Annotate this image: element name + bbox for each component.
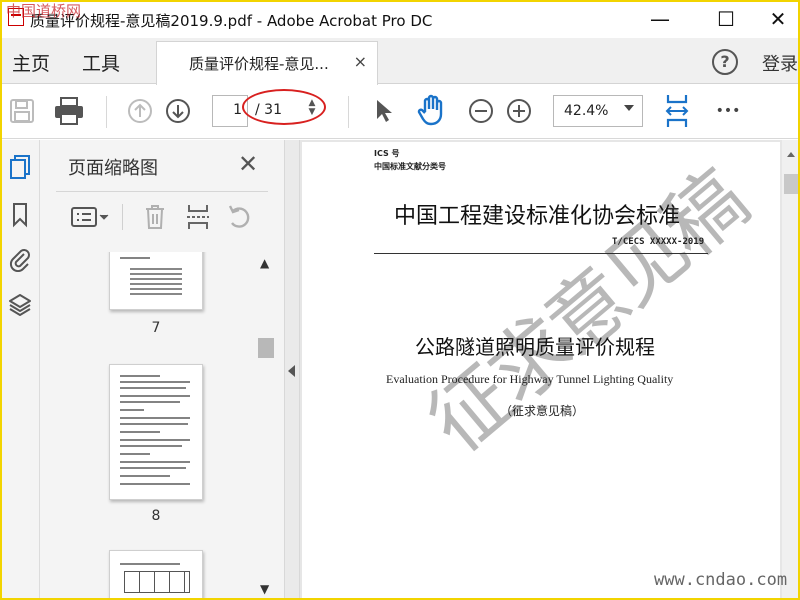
thumbnail-options-icon[interactable] bbox=[70, 202, 110, 232]
scroll-down-icon[interactable]: ▼ bbox=[260, 582, 269, 596]
panel-close-icon[interactable]: ✕ bbox=[238, 150, 258, 178]
scroll-up-icon[interactable] bbox=[787, 152, 795, 157]
page-thumbnails-icon[interactable] bbox=[8, 154, 32, 180]
zoom-in-icon[interactable] bbox=[505, 97, 533, 125]
hand-tool-icon[interactable] bbox=[416, 94, 448, 126]
ics-number: ICS 号 bbox=[374, 149, 400, 158]
collapse-arrow-icon bbox=[288, 365, 295, 377]
page-thumbnail[interactable] bbox=[109, 252, 203, 310]
thumbnail-label: 7 bbox=[151, 320, 161, 336]
thumbnail-label: 8 bbox=[151, 508, 161, 524]
more-tools-icon[interactable]: ••• bbox=[712, 99, 744, 123]
menu-home[interactable]: 主页 bbox=[12, 49, 50, 76]
delete-page-icon[interactable] bbox=[142, 202, 168, 232]
document-tab-label: 质量评价规程-意见... bbox=[189, 55, 329, 73]
classification-number: 中国标准文献分类号 bbox=[374, 162, 446, 171]
window-title: 质量评价规程-意见稿2019.9.pdf - Adobe Acrobat Pro… bbox=[30, 12, 433, 30]
chevron-down-icon bbox=[624, 105, 634, 111]
thumbnails-list: 7 8 bbox=[40, 252, 256, 600]
print-icon[interactable] bbox=[52, 95, 86, 127]
panel-divider bbox=[56, 191, 268, 192]
page-thumbnail[interactable] bbox=[109, 364, 203, 500]
site-watermark-bottom: www.cndao.com bbox=[654, 570, 788, 590]
select-cursor-icon[interactable] bbox=[372, 97, 396, 125]
rotate-page-icon[interactable] bbox=[226, 202, 254, 232]
toolbar-divider bbox=[348, 96, 349, 128]
toolbar-divider bbox=[106, 96, 107, 128]
maximize-button[interactable]: ☐ bbox=[706, 6, 746, 32]
scroll-up-icon[interactable]: ▲ bbox=[260, 256, 269, 270]
tab-close-icon[interactable]: × bbox=[354, 52, 367, 71]
minimize-button[interactable]: — bbox=[640, 6, 680, 32]
insert-page-icon[interactable] bbox=[184, 202, 212, 232]
zoom-out-icon[interactable] bbox=[467, 97, 495, 125]
zoom-value: 42.4% bbox=[564, 103, 609, 119]
panel-title: 页面缩略图 bbox=[68, 158, 158, 179]
menu-bar: 主页 工具 bbox=[0, 38, 800, 84]
bookmarks-icon[interactable] bbox=[8, 202, 32, 228]
zoom-select[interactable]: 42.4% bbox=[553, 95, 643, 127]
close-button[interactable]: ✕ bbox=[758, 6, 798, 32]
fit-width-icon[interactable] bbox=[662, 93, 692, 129]
next-page-icon[interactable] bbox=[164, 97, 192, 125]
login-button[interactable]: 登录 bbox=[762, 50, 798, 76]
previous-page-icon[interactable] bbox=[126, 97, 154, 125]
scrollbar-thumb[interactable] bbox=[258, 338, 274, 358]
panel-toolbar-divider bbox=[122, 204, 123, 230]
panel-collapse-handle[interactable] bbox=[284, 140, 300, 600]
highlight-annotation-ellipse bbox=[242, 89, 326, 125]
thumbnails-scrollbar[interactable]: ▲ ▼ bbox=[256, 252, 276, 600]
document-scrollbar[interactable] bbox=[782, 140, 800, 600]
attachments-icon[interactable] bbox=[8, 246, 32, 272]
site-watermark-top: 中国道桥网 bbox=[6, 2, 82, 20]
help-icon[interactable]: ? bbox=[712, 49, 738, 75]
save-icon[interactable] bbox=[8, 96, 36, 126]
navigation-rail bbox=[0, 140, 40, 600]
layers-icon[interactable] bbox=[8, 292, 32, 318]
scrollbar-thumb[interactable] bbox=[784, 174, 798, 194]
page-thumbnail[interactable] bbox=[109, 550, 203, 600]
title-bar: 质量评价规程-意见稿2019.9.pdf - Adobe Acrobat Pro… bbox=[0, 0, 800, 38]
menu-tools[interactable]: 工具 bbox=[82, 49, 120, 76]
document-tab[interactable]: 质量评价规程-意见... × bbox=[156, 41, 378, 85]
